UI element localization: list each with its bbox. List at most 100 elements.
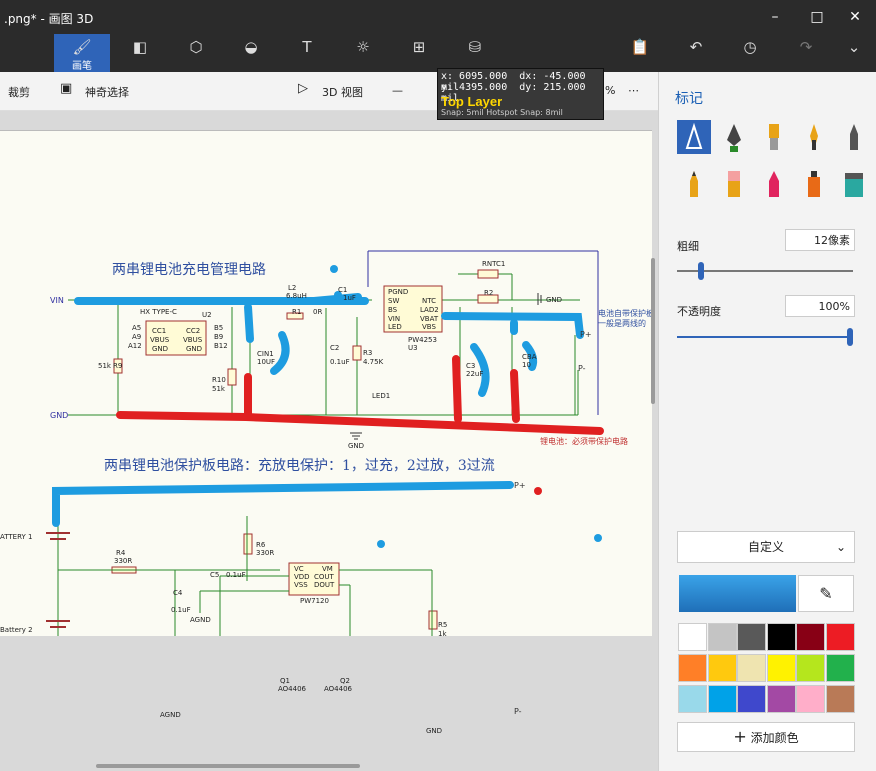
color-swatch[interactable] <box>737 623 766 651</box>
pin-gnd-l: GND <box>152 345 169 353</box>
zoom-out-button[interactable]: — <box>392 84 403 97</box>
color-swatch[interactable] <box>678 685 707 713</box>
p-plus-label: P+ <box>580 330 592 339</box>
thickness-input[interactable]: 12像素 <box>785 229 855 251</box>
agnd-label-1: AGND <box>190 616 211 624</box>
chevron-down-icon: ⌄ <box>835 540 846 554</box>
color-swatch[interactable] <box>678 623 707 651</box>
color-swatch[interactable] <box>825 654 855 682</box>
color-swatch[interactable] <box>737 654 766 682</box>
led1-label: LED1 <box>372 392 391 400</box>
3d-shapes-icon: ⬡ <box>189 38 203 56</box>
brush-watercolor[interactable] <box>797 120 831 154</box>
brush-spray[interactable] <box>797 167 831 201</box>
r5-label: R5 <box>438 621 448 629</box>
c4-value: 0.1uF <box>171 606 191 614</box>
tab-2d-shapes[interactable]: ◧ <box>112 34 168 72</box>
tab-canvas[interactable]: ⊞ <box>391 34 447 72</box>
brush-oil[interactable] <box>757 120 791 154</box>
brush-icon: 🖌 <box>72 38 92 56</box>
undo-button[interactable]: ↶ <box>668 34 724 72</box>
brush-eraser[interactable] <box>717 167 751 201</box>
history-button[interactable]: ◷ <box>722 34 778 72</box>
tab-brushes-label: 画笔 <box>72 61 92 72</box>
current-color-swatch[interactable] <box>679 575 796 612</box>
pin-vc: VC <box>294 565 304 573</box>
eyedropper-button[interactable]: ✎ <box>798 575 854 612</box>
r6-label: R6 <box>256 541 266 549</box>
add-color-button[interactable]: + 添加颜色 <box>677 722 855 752</box>
pin-a12: A12 <box>128 342 142 350</box>
pin-vin: VIN <box>388 315 401 323</box>
tab-text[interactable]: T <box>279 34 335 72</box>
color-swatch[interactable] <box>707 623 737 651</box>
hx-typec-label: HX TYPE-C <box>140 308 177 316</box>
color-swatch[interactable] <box>825 685 855 713</box>
r10-value: 51k <box>212 385 225 393</box>
opacity-label: 不透明度 <box>677 305 721 318</box>
color-swatch[interactable] <box>766 654 796 682</box>
thickness-slider-thumb[interactable] <box>698 262 705 280</box>
color-swatch[interactable] <box>737 685 766 713</box>
c5-label: C5 <box>210 571 220 579</box>
tab-effects[interactable]: ☼ <box>335 34 391 72</box>
brush-marker[interactable] <box>677 120 711 154</box>
gnd-label-right: GND <box>546 296 563 304</box>
brush-crayon[interactable] <box>757 167 791 201</box>
3d-view-button[interactable]: 3D 视图 <box>322 84 363 100</box>
brush-calligraphy[interactable] <box>717 120 751 154</box>
minimize-button[interactable]: – <box>756 4 794 30</box>
pin-bs: BS <box>388 306 398 314</box>
pin-vbat: VBAT <box>420 315 439 323</box>
expand-menu-button[interactable]: ⌄ <box>826 34 876 72</box>
q1-label: Q1 <box>280 677 290 685</box>
pencil-icon <box>690 171 698 197</box>
tab-brushes[interactable]: 🖌 画笔 <box>54 34 110 72</box>
opacity-slider[interactable] <box>677 328 853 346</box>
color-swatch[interactable] <box>766 685 796 713</box>
vin-net-label: VIN <box>50 296 64 305</box>
pin-b9: B9 <box>214 333 224 341</box>
color-swatch[interactable] <box>707 654 737 682</box>
more-button[interactable]: ⋯ <box>628 84 639 97</box>
close-button[interactable]: ✕ <box>836 4 874 30</box>
brush-pixel-pen[interactable] <box>837 120 871 154</box>
c2-label: C2 <box>330 344 340 352</box>
brush-pencil[interactable] <box>677 167 711 201</box>
brush-fill[interactable] <box>837 167 871 201</box>
r1-value: 0R <box>313 308 323 316</box>
q1-part: AO4406 <box>278 685 306 693</box>
tab-3d-library[interactable]: ⛁ <box>447 34 503 72</box>
magic-select-button[interactable]: 神奇选择 <box>85 84 129 100</box>
color-mode-dropdown[interactable]: 自定义 ⌄ <box>677 531 855 563</box>
r6-value: 330R <box>256 549 275 557</box>
crop-button[interactable]: 裁剪 <box>8 84 30 100</box>
pin-vm: VM <box>322 565 333 573</box>
color-swatch[interactable] <box>707 685 737 713</box>
r1-label: R1 <box>292 308 302 316</box>
l2-value: 6.8uH <box>286 292 307 300</box>
color-swatch[interactable] <box>678 654 707 682</box>
opacity-slider-thumb[interactable] <box>847 328 853 346</box>
color-swatch[interactable] <box>766 623 796 651</box>
maximize-button[interactable]: □ <box>798 4 836 30</box>
eraser-icon <box>728 171 740 197</box>
tab-stickers[interactable]: ◒ <box>223 34 279 72</box>
pin-cout: COUT <box>314 573 334 581</box>
opacity-input[interactable]: 100% <box>785 295 855 317</box>
paste-button[interactable]: 📋 <box>612 34 668 72</box>
color-swatch[interactable] <box>796 685 825 713</box>
pin-lad2: LAD2 <box>420 306 439 314</box>
vertical-scrollbar[interactable] <box>651 258 655 404</box>
color-swatch[interactable] <box>825 623 855 651</box>
brush-panel: 标记 粗细 12像素 不透明度 100% 自定义 ⌄ ✎ + 添加颜色 <box>658 72 876 771</box>
color-swatch[interactable] <box>796 654 825 682</box>
thickness-slider[interactable] <box>677 262 853 280</box>
canvas-document[interactable]: 两串锂电池充电管理电路 两串锂电池保护板电路：充放电保护：1，过充，2过放，3过… <box>0 130 654 735</box>
c3-label: C3 <box>466 362 476 370</box>
pin-gnd-r: GND <box>186 345 203 353</box>
horizontal-scrollbar[interactable] <box>96 764 360 768</box>
tab-3d-shapes[interactable]: ⬡ <box>168 34 224 72</box>
battery2-label: Battery 2 <box>0 626 33 634</box>
color-swatch[interactable] <box>796 623 825 651</box>
